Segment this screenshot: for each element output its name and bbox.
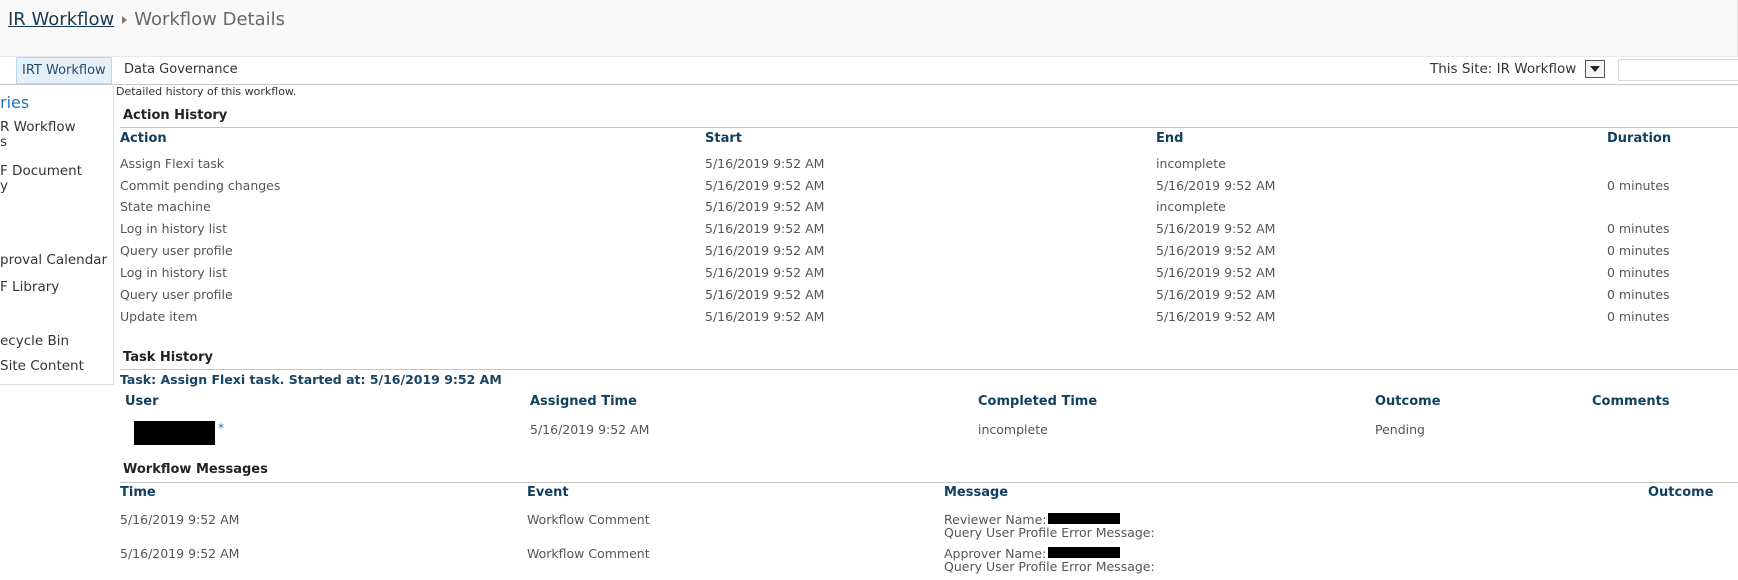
left-nav-item[interactable]: R Workflow	[0, 119, 76, 135]
message-line: Query User Profile Error Message:	[944, 559, 1155, 574]
start-cell: 5/16/2019 9:52 AM	[705, 287, 825, 302]
duration-cell: 0 minutes	[1607, 309, 1670, 324]
task-title: Task: Assign Flexi task. Started at: 5/1…	[120, 372, 502, 387]
action-cell: Log in history list	[120, 221, 227, 236]
left-nav-item[interactable]: proval Calendar	[0, 252, 107, 268]
start-cell: 5/16/2019 9:52 AM	[705, 243, 825, 258]
end-cell: 5/16/2019 9:52 AM	[1156, 178, 1276, 193]
workflow-messages-title: Workflow Messages	[123, 462, 268, 477]
duration-cell: 0 minutes	[1607, 243, 1670, 258]
start-cell: 5/16/2019 9:52 AM	[705, 309, 825, 324]
action-history-title: Action History	[123, 108, 228, 123]
duration-cell: 0 minutes	[1607, 265, 1670, 280]
end-cell: 5/16/2019 9:52 AM	[1156, 309, 1276, 324]
start-cell: 5/16/2019 9:52 AM	[705, 156, 825, 171]
time-cell: 5/16/2019 9:52 AM	[120, 512, 240, 527]
left-nav-item[interactable]: F Library	[0, 279, 59, 295]
left-nav-site-content[interactable]: Site Content	[0, 358, 84, 374]
column-header-comments: Comments	[1592, 394, 1670, 409]
end-cell: incomplete	[1156, 156, 1226, 171]
user-presence-marker[interactable]: *	[218, 421, 224, 435]
page-description: Detailed history of this workflow.	[116, 85, 297, 98]
section-divider	[120, 482, 1738, 483]
page-title: Workflow Details	[134, 9, 285, 30]
redacted-reviewer-name	[1048, 513, 1120, 524]
outcome-cell: Pending	[1375, 422, 1425, 437]
left-nav-item[interactable]: F Document	[0, 163, 82, 179]
assigned-time-cell: 5/16/2019 9:52 AM	[530, 422, 650, 437]
start-cell: 5/16/2019 9:52 AM	[705, 199, 825, 214]
duration-cell: 0 minutes	[1607, 221, 1670, 236]
start-cell: 5/16/2019 9:52 AM	[705, 221, 825, 236]
end-cell: 5/16/2019 9:52 AM	[1156, 265, 1276, 280]
column-header-event: Event	[527, 485, 569, 500]
column-header-completed-time: Completed Time	[978, 394, 1098, 409]
left-nav-recycle-bin[interactable]: ecycle Bin	[0, 333, 69, 349]
column-header-outcome: Outcome	[1375, 394, 1441, 409]
task-history-title: Task History	[123, 350, 213, 365]
top-nav-bar: IRT Workflow Data Governance This Site: …	[0, 56, 1738, 85]
action-cell: Log in history list	[120, 265, 227, 280]
search-input[interactable]	[1618, 59, 1738, 81]
duration-cell: 0 minutes	[1607, 287, 1670, 302]
start-cell: 5/16/2019 9:52 AM	[705, 178, 825, 193]
message-line: Query User Profile Error Message:	[944, 525, 1155, 540]
breadcrumb-link-ir-workflow[interactable]: IR Workflow	[8, 9, 114, 30]
section-divider	[120, 127, 1738, 128]
breadcrumb-separator-icon	[122, 16, 128, 24]
column-header-outcome: Outcome	[1648, 485, 1714, 500]
action-cell: Update item	[120, 309, 198, 324]
search-scope-label: This Site: IR Workflow	[1430, 61, 1577, 77]
action-cell: Query user profile	[120, 243, 233, 258]
tab-irt-workflow[interactable]: IRT Workflow	[16, 57, 112, 84]
end-cell: 5/16/2019 9:52 AM	[1156, 287, 1276, 302]
column-header-end: End	[1156, 131, 1184, 146]
column-header-assigned-time: Assigned Time	[530, 394, 637, 409]
search-scope-dropdown[interactable]	[1585, 60, 1605, 78]
column-header-start: Start	[705, 131, 742, 146]
redacted-approver-name	[1048, 547, 1120, 558]
tab-data-governance[interactable]: Data Governance	[119, 57, 243, 82]
completed-time-cell: incomplete	[978, 422, 1048, 437]
end-cell: incomplete	[1156, 199, 1226, 214]
end-cell: 5/16/2019 9:52 AM	[1156, 221, 1276, 236]
column-header-message: Message	[944, 485, 1009, 500]
breadcrumb: IR Workflow Workflow Details	[8, 9, 285, 30]
section-divider	[120, 369, 1738, 370]
chevron-down-icon	[1590, 66, 1600, 72]
event-cell: Workflow Comment	[527, 546, 650, 561]
action-cell: Query user profile	[120, 287, 233, 302]
column-header-duration: Duration	[1607, 131, 1672, 146]
left-nav-item[interactable]: y	[0, 178, 8, 194]
time-cell: 5/16/2019 9:52 AM	[120, 546, 240, 561]
left-nav: ries R Workflow s F Document y proval Ca…	[0, 84, 114, 385]
column-header-user: User	[125, 394, 159, 409]
duration-cell: 0 minutes	[1607, 178, 1670, 193]
end-cell: 5/16/2019 9:52 AM	[1156, 243, 1276, 258]
column-header-time: Time	[120, 485, 156, 500]
event-cell: Workflow Comment	[527, 512, 650, 527]
redacted-user-name	[134, 421, 215, 445]
start-cell: 5/16/2019 9:52 AM	[705, 265, 825, 280]
action-cell: Commit pending changes	[120, 178, 281, 193]
title-bar: IR Workflow Workflow Details	[0, 0, 1738, 56]
column-header-action: Action	[120, 131, 167, 146]
action-cell: State machine	[120, 199, 211, 214]
action-cell: Assign Flexi task	[120, 156, 225, 171]
left-nav-heading[interactable]: ries	[0, 93, 29, 112]
left-nav-item[interactable]: s	[0, 134, 7, 150]
